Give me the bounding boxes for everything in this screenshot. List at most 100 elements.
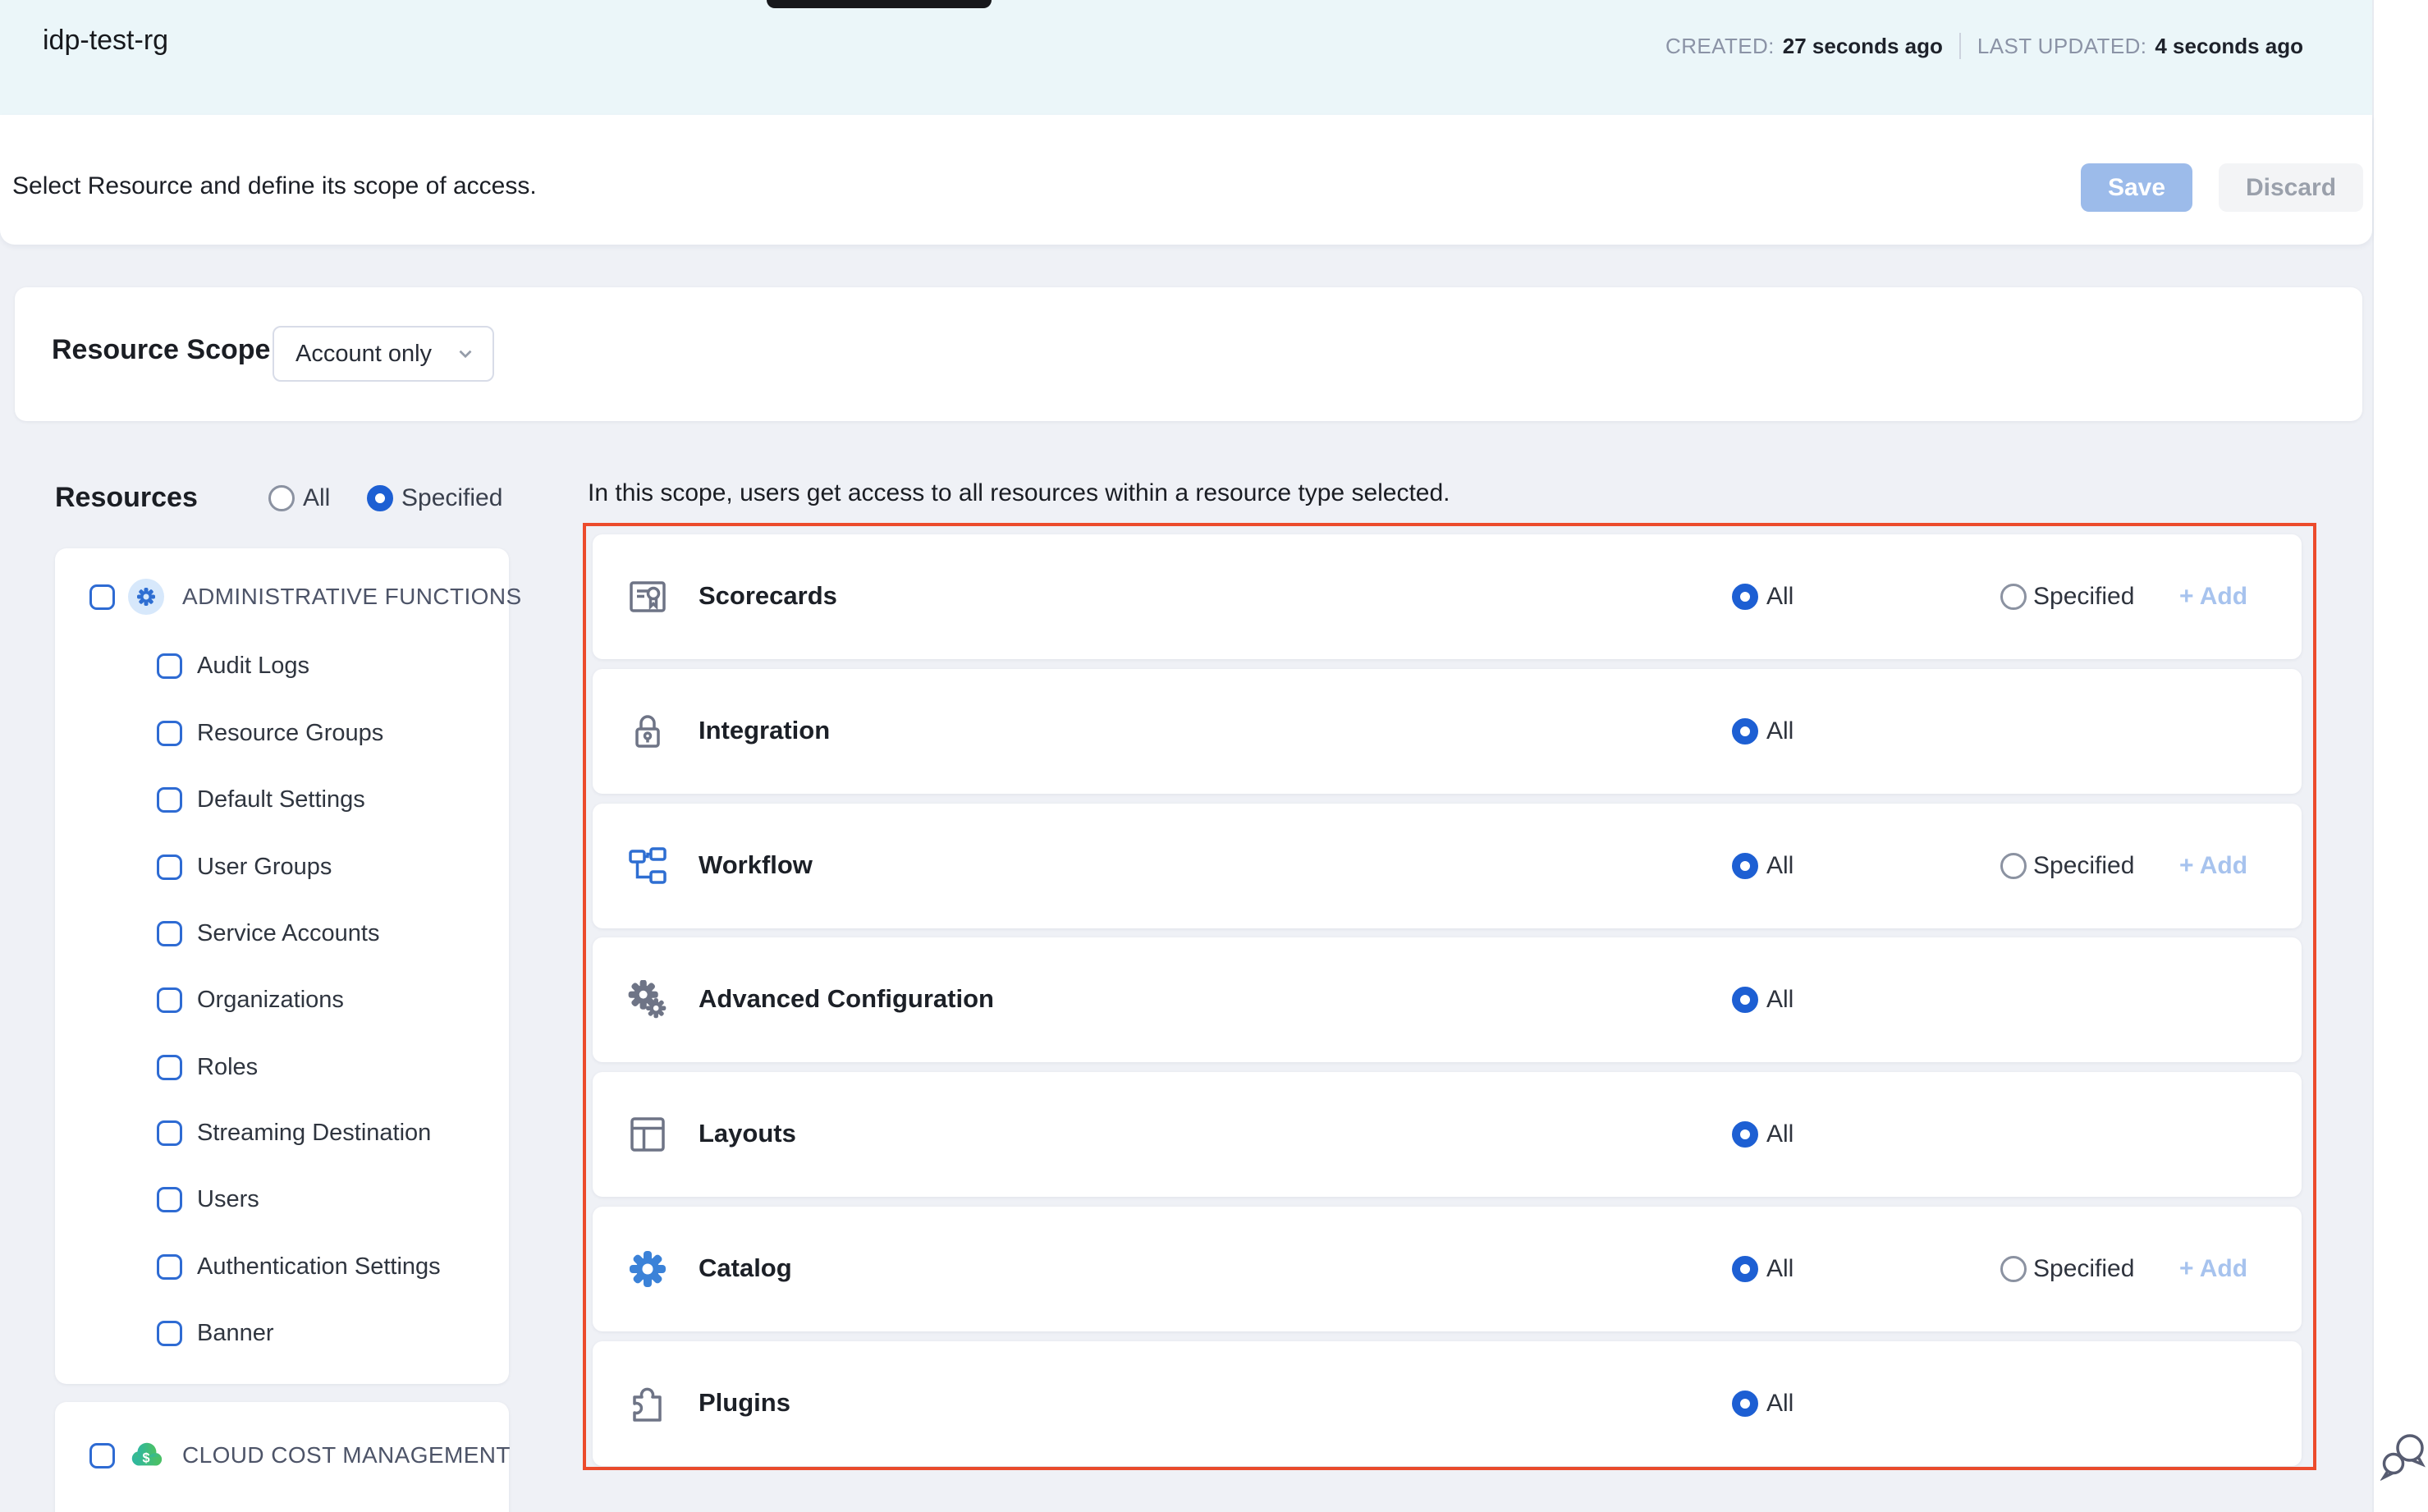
resource-row-scorecards: Scorecards All Specified + Add <box>593 534 2302 659</box>
plugins-all-label[interactable]: All <box>1766 1390 1794 1418</box>
item-label: Roles <box>197 1054 258 1081</box>
banner-checkbox[interactable] <box>157 1321 182 1346</box>
list-item: Banner <box>157 1317 274 1349</box>
list-item: Authentication Settings <box>157 1250 441 1283</box>
item-label: Users <box>197 1186 259 1213</box>
catalog-specified-radio[interactable] <box>2000 1256 2027 1282</box>
workflow-add-button[interactable]: + Add <box>2179 852 2247 880</box>
row-label: Plugins <box>699 1388 790 1418</box>
list-item: Service Accounts <box>157 917 379 950</box>
resources-all-label[interactable]: All <box>303 484 330 512</box>
item-label: Audit Logs <box>197 653 309 680</box>
created-value: 27 seconds ago <box>1783 34 1943 59</box>
organizations-checkbox[interactable] <box>157 987 182 1013</box>
default-settings-checkbox[interactable] <box>157 787 182 813</box>
integration-all-label[interactable]: All <box>1766 717 1794 745</box>
scorecards-all-label[interactable]: All <box>1766 583 1794 611</box>
layouts-all-label[interactable]: All <box>1766 1120 1794 1148</box>
row-label: Scorecards <box>699 581 837 611</box>
scorecards-specified-radio[interactable] <box>2000 584 2027 610</box>
list-item: User Groups <box>157 850 332 883</box>
row-label: Workflow <box>699 850 813 880</box>
workflow-specified-radio[interactable] <box>2000 853 2027 879</box>
workflow-specified-label[interactable]: Specified <box>2033 852 2134 880</box>
scorecards-all-radio[interactable] <box>1732 584 1758 610</box>
group-ccm-checkbox[interactable] <box>89 1443 115 1468</box>
resources-header: Resources All Specified <box>55 479 515 518</box>
users-checkbox[interactable] <box>157 1187 182 1212</box>
resource-groups-checkbox[interactable] <box>157 721 182 746</box>
resource-group-page: idp-test-rg CREATED: 27 seconds ago LAST… <box>0 0 2428 1512</box>
catalog-specified-label[interactable]: Specified <box>2033 1255 2134 1283</box>
workflow-icon <box>628 846 667 886</box>
item-label: Authentication Settings <box>197 1253 441 1281</box>
workflow-all-radio[interactable] <box>1732 853 1758 879</box>
resources-title: Resources <box>55 482 198 514</box>
list-item: Roles <box>157 1051 258 1084</box>
resource-group-list-admin: ADMINISTRATIVE FUNCTIONS Audit Logs Reso… <box>55 548 509 1384</box>
roles-checkbox[interactable] <box>157 1055 182 1080</box>
resources-all-radio[interactable] <box>268 485 295 511</box>
resources-specified-radio[interactable] <box>367 485 393 511</box>
layouts-all-radio[interactable] <box>1732 1121 1758 1148</box>
list-item: Streaming Destination <box>157 1116 431 1149</box>
catalog-all-label[interactable]: All <box>1766 1255 1794 1283</box>
svg-text:$: $ <box>142 1451 149 1466</box>
save-button[interactable]: Save <box>2081 163 2192 212</box>
advanced-configuration-all-radio[interactable] <box>1732 987 1758 1013</box>
meta-divider <box>1959 33 1961 59</box>
created-label: CREATED: <box>1665 34 1775 59</box>
resource-scope-label: Resource Scope <box>52 334 270 366</box>
page-header: idp-test-rg CREATED: 27 seconds ago LAST… <box>0 0 2372 115</box>
integration-all-radio[interactable] <box>1732 718 1758 745</box>
group-ccm-label: CLOUD COST MANAGEMENT <box>182 1442 511 1468</box>
advanced-configuration-all-label[interactable]: All <box>1766 986 1794 1014</box>
chevron-down-icon <box>455 343 476 364</box>
resource-scope-value: Account only <box>295 341 432 368</box>
item-label: Streaming Destination <box>197 1120 431 1147</box>
audit-logs-checkbox[interactable] <box>157 653 182 679</box>
last-updated-label: LAST UPDATED: <box>1977 34 2147 59</box>
group-cloud-cost-management: $ CLOUD COST MANAGEMENT <box>89 1437 511 1473</box>
group-admin-checkbox[interactable] <box>89 584 115 610</box>
workflow-all-label[interactable]: All <box>1766 852 1794 880</box>
item-label: User Groups <box>197 854 332 881</box>
scorecards-icon <box>628 577 667 616</box>
scrollbar-gutter[interactable] <box>2372 0 2428 1512</box>
discard-button[interactable]: Discard <box>2219 163 2363 212</box>
scope-description: In this scope, users get access to all r… <box>588 479 1450 507</box>
scorecards-specified-label[interactable]: Specified <box>2033 583 2134 611</box>
scorecards-add-button[interactable]: + Add <box>2179 583 2247 611</box>
resource-scope-dropdown[interactable]: Account only <box>273 326 494 382</box>
top-notch <box>767 0 992 8</box>
row-label: Layouts <box>699 1119 796 1148</box>
resource-row-integration: Integration All <box>593 669 2302 794</box>
list-item: Resource Groups <box>157 717 383 749</box>
gear-solid-icon <box>628 1249 667 1289</box>
toolbar: Select Resource and define its scope of … <box>0 115 2372 245</box>
timestamps: CREATED: 27 seconds ago LAST UPDATED: 4 … <box>1665 33 2303 59</box>
authentication-settings-checkbox[interactable] <box>157 1254 182 1280</box>
resource-scope-card: Resource Scope Account only <box>15 287 2362 421</box>
row-label: Advanced Configuration <box>699 984 994 1014</box>
plugins-all-radio[interactable] <box>1732 1391 1758 1417</box>
list-item: Recommendations <box>157 1509 396 1512</box>
user-groups-checkbox[interactable] <box>157 855 182 880</box>
admin-functions-badge <box>128 579 164 615</box>
list-item: Organizations <box>157 983 344 1016</box>
list-item: Audit Logs <box>157 649 309 682</box>
resource-row-plugins: Plugins All <box>593 1341 2302 1466</box>
resources-specified-label[interactable]: Specified <box>401 484 502 512</box>
list-item: Users <box>157 1183 259 1216</box>
resource-row-workflow: Workflow All Specified + Add <box>593 804 2302 928</box>
chat-support-icon[interactable] <box>2380 1430 2428 1484</box>
lock-icon <box>628 712 667 751</box>
service-accounts-checkbox[interactable] <box>157 921 182 946</box>
toolbar-description: Select Resource and define its scope of … <box>12 172 537 200</box>
catalog-add-button[interactable]: + Add <box>2179 1255 2247 1283</box>
catalog-all-radio[interactable] <box>1732 1256 1758 1282</box>
resource-row-advanced-configuration: Advanced Configuration All <box>593 937 2302 1062</box>
gears-icon <box>628 980 667 1019</box>
ccm-badge: $ <box>128 1437 164 1473</box>
streaming-destination-checkbox[interactable] <box>157 1120 182 1146</box>
